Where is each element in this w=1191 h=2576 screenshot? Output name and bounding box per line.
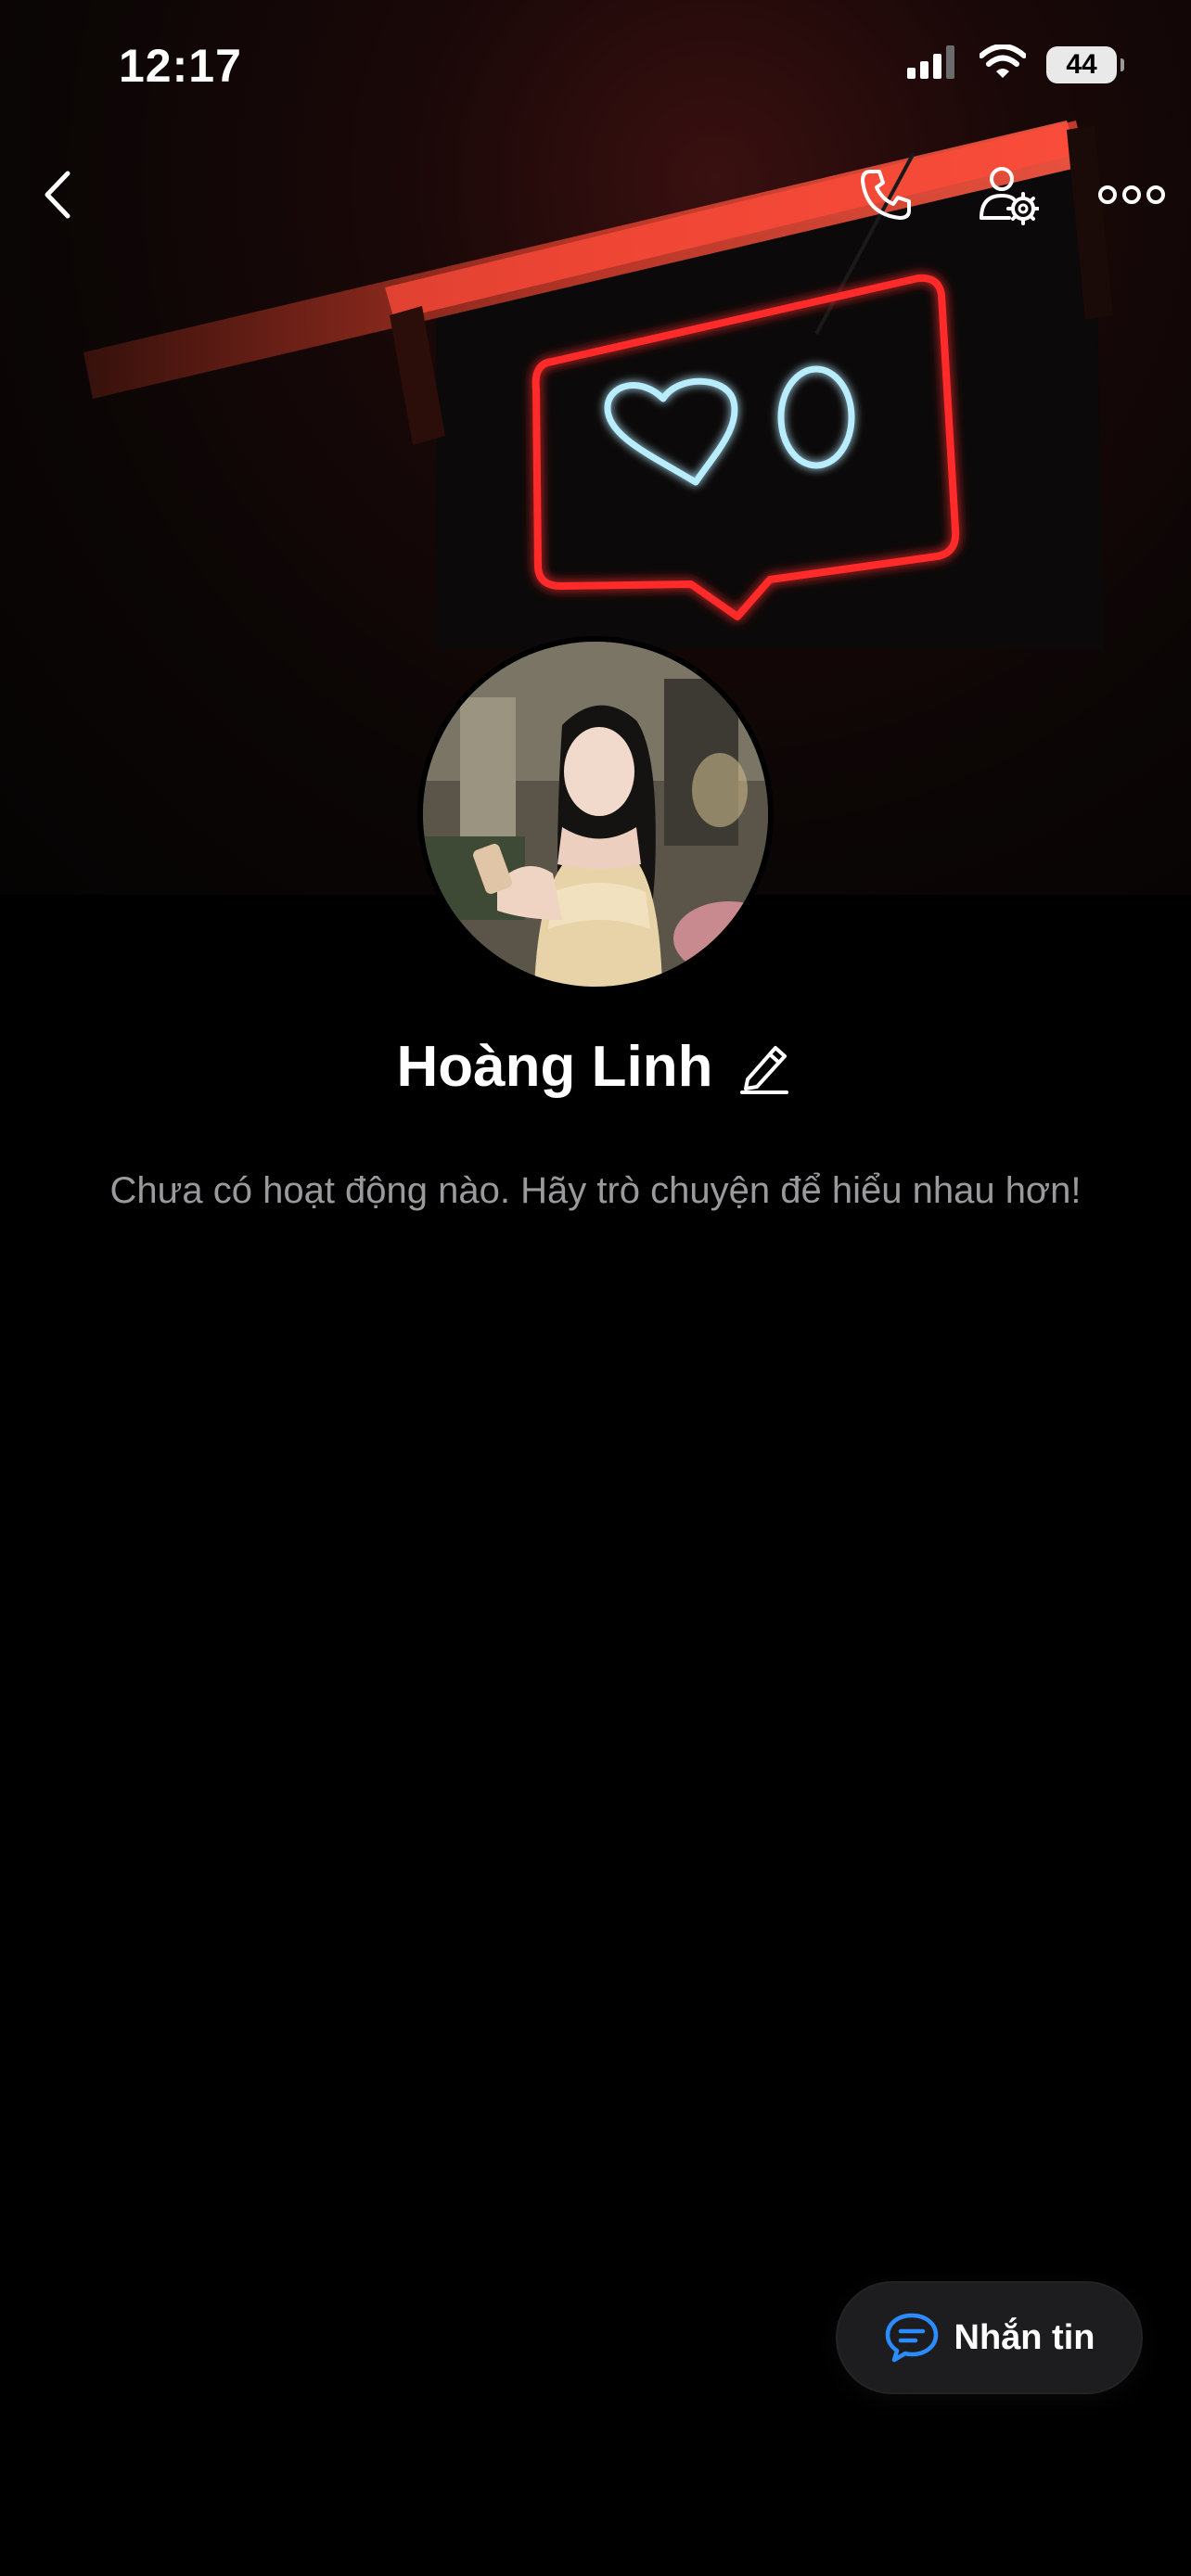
profile-name-row: Hoàng Linh xyxy=(0,1029,1191,1103)
more-options-button[interactable] xyxy=(1090,153,1173,236)
pencil-icon xyxy=(740,1046,789,1094)
profile-name: Hoàng Linh xyxy=(396,1034,713,1099)
status-time: 12:17 xyxy=(119,40,242,92)
edit-name-button[interactable] xyxy=(735,1037,794,1096)
profile-settings-button[interactable] xyxy=(967,153,1050,236)
signal-icon xyxy=(907,45,959,83)
send-message-label: Nhắn tin xyxy=(954,2317,1095,2357)
battery-icon: 44 xyxy=(1046,45,1124,83)
empty-activity-message: Chưa có hoạt động nào. Hãy trò chuyện để… xyxy=(109,1170,1082,1211)
status-icons: 44 xyxy=(907,44,1124,84)
call-button[interactable] xyxy=(844,153,928,236)
top-nav xyxy=(0,153,1191,236)
status-bar: 12:17 44 xyxy=(0,0,1191,130)
back-button[interactable] xyxy=(17,153,100,236)
user-settings-icon xyxy=(980,167,1039,225)
send-message-button[interactable]: Nhắn tin xyxy=(838,2283,1141,2392)
more-icon xyxy=(1098,185,1165,204)
avatar[interactable] xyxy=(417,636,774,992)
chat-bubble-icon xyxy=(885,2313,938,2363)
wifi-icon xyxy=(979,44,1027,84)
battery-level: 44 xyxy=(1066,48,1097,80)
back-icon xyxy=(45,171,70,219)
phone-icon xyxy=(861,170,911,220)
avatar-photo xyxy=(423,642,768,987)
